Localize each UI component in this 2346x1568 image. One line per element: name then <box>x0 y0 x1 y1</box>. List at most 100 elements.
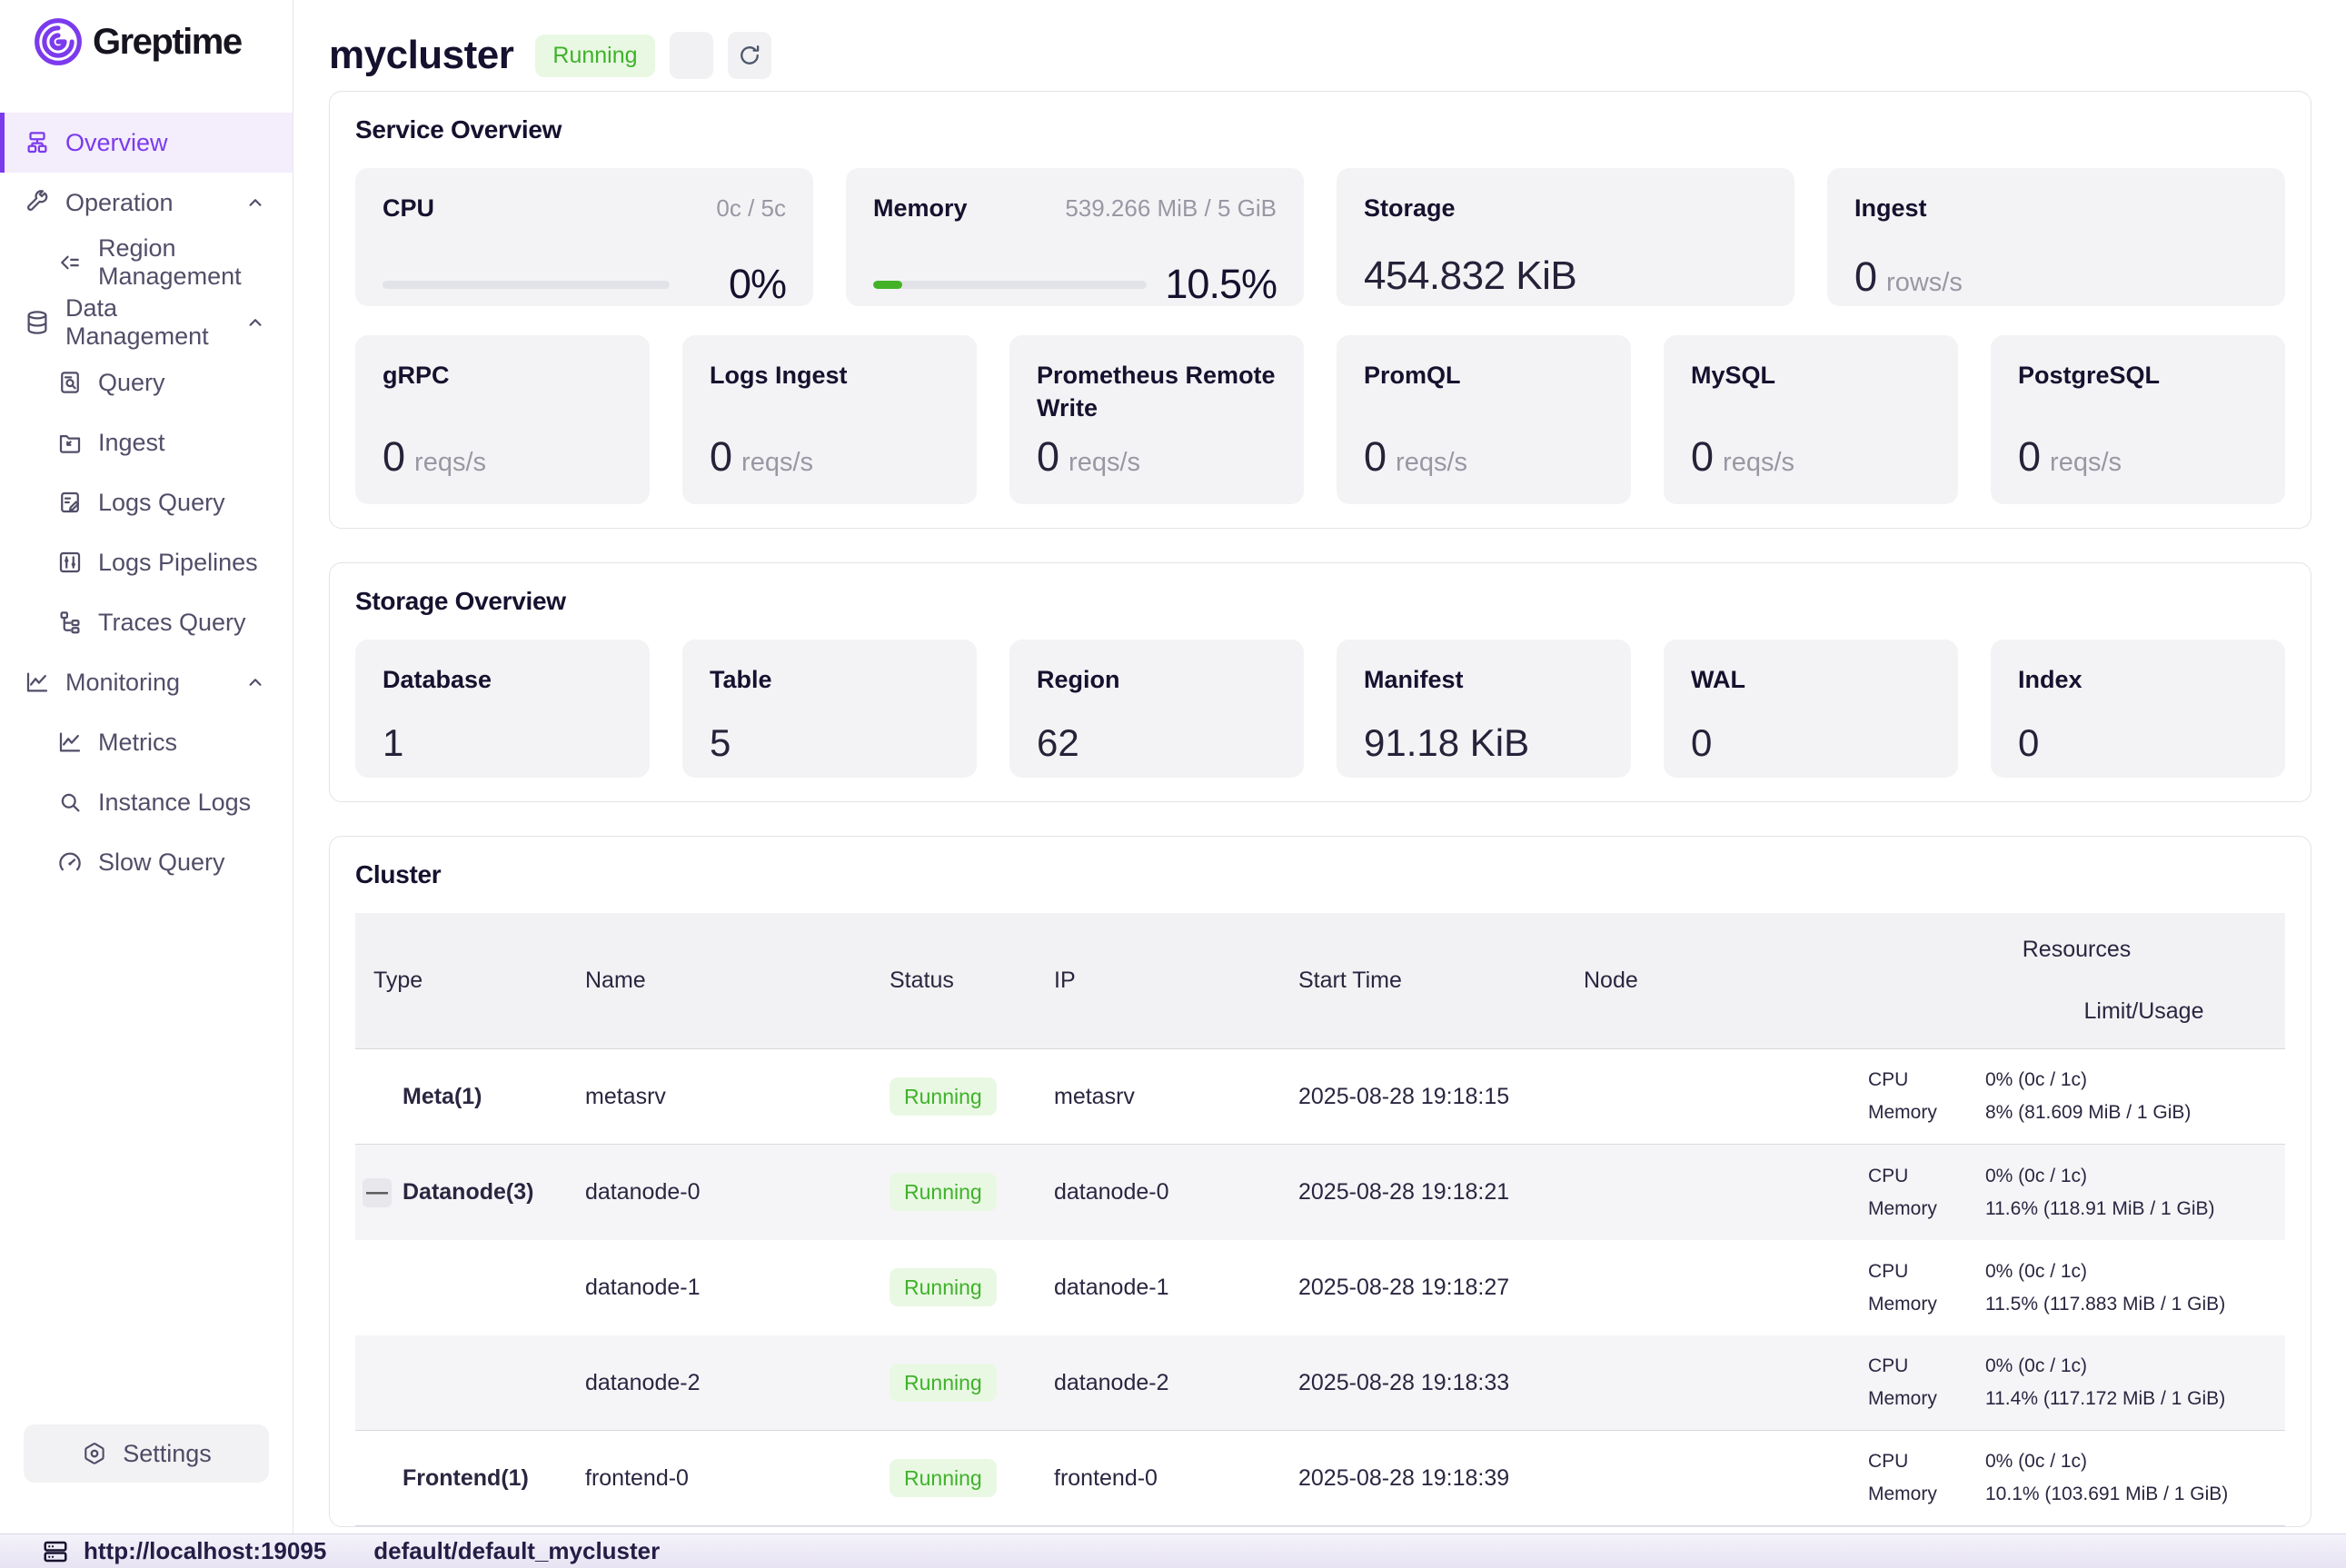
column-type: Type <box>355 913 585 1048</box>
cpu-resource-label: CPU <box>1868 1261 1985 1283</box>
sidebar-item-label: Traces Query <box>98 609 246 637</box>
storage-card: Storage 454.832 KiB <box>1337 168 1794 306</box>
storage-overview-panel: Storage Overview Database 1 Table 5 Regi… <box>329 562 2311 802</box>
chevron-up-icon[interactable] <box>244 191 267 214</box>
logs-ingest-value: 0 <box>710 433 732 481</box>
sidebar-item-instance-logs[interactable]: Instance Logs <box>0 772 293 832</box>
cluster-status-badge: Running <box>535 35 654 77</box>
current-database[interactable]: default/default_mycluster <box>373 1537 660 1565</box>
search-icon <box>56 789 84 816</box>
cpu-resource-value: 0% (0c / 1c) <box>1985 1451 2087 1473</box>
server-url[interactable]: http://localhost:19095 <box>84 1537 326 1565</box>
row-name: datanode-1 <box>585 1275 890 1301</box>
cpu-percent: 0% <box>688 261 786 308</box>
sidebar-item-label: Query <box>98 369 165 397</box>
manifest-value: 91.18 KiB <box>1364 721 1604 765</box>
database-icon <box>24 309 51 336</box>
column-limit-usage-label: Limit/Usage <box>1950 998 2204 1025</box>
refresh-icon <box>737 43 762 68</box>
sidebar-item-overview[interactable]: Overview <box>0 113 293 173</box>
prometheus-remote-write-value: 0 <box>1037 433 1059 481</box>
sidebar-item-traces-query[interactable]: Traces Query <box>0 592 293 652</box>
status-badge: Running <box>890 1173 997 1211</box>
query-icon <box>56 369 84 396</box>
gauge-icon <box>56 849 84 876</box>
postgresql-value: 0 <box>2018 433 2041 481</box>
column-resources-label: Resources <box>2023 937 2132 963</box>
row-resources: CPU0% (0c / 1c) Memory11.5% (117.883 MiB… <box>1868 1261 2285 1315</box>
prometheus-remote-write-label: Prometheus Remote Write <box>1037 359 1277 425</box>
traces-icon <box>56 609 84 636</box>
table-row-datanode-0: — Datanode(3) datanode-0 Running datanod… <box>355 1145 2285 1240</box>
cpu-limit: 0c / 5c <box>716 194 786 223</box>
row-start-time: 2025-08-28 19:18:27 <box>1298 1275 1584 1301</box>
service-overview-row-1: CPU 0c / 5c 0% Memory 539.266 MiB / 5 Gi… <box>355 168 2285 306</box>
collapse-toggle-icon[interactable]: — <box>363 1178 392 1207</box>
refresh-button[interactable] <box>728 32 771 79</box>
grpc-value: 0 <box>383 433 405 481</box>
memory-percent: 10.5% <box>1165 261 1277 308</box>
wal-card: WAL 0 <box>1664 640 1958 778</box>
server-icon <box>42 1538 69 1565</box>
memory-resource-value: 11.4% (117.172 MiB / 1 GiB) <box>1985 1388 2225 1410</box>
greptime-logo-icon <box>33 16 84 67</box>
row-ip: datanode-1 <box>1054 1275 1298 1301</box>
service-overview-title: Service Overview <box>355 115 2285 144</box>
sidebar-item-metrics[interactable]: Metrics <box>0 712 293 772</box>
sidebar-item-logs-pipelines[interactable]: Logs Pipelines <box>0 532 293 592</box>
cpu-resource-value: 0% (0c / 1c) <box>1985 1355 2087 1377</box>
postgresql-unit: reqs/s <box>2050 448 2122 478</box>
row-name: datanode-2 <box>585 1370 890 1396</box>
sidebar-item-slow-query[interactable]: Slow Query <box>0 832 293 892</box>
sidebar-item-query[interactable]: Query <box>0 352 293 412</box>
memory-card: Memory 539.266 MiB / 5 GiB 10.5% <box>846 168 1304 306</box>
table-label: Table <box>710 666 772 693</box>
settings-button[interactable]: Settings <box>24 1424 269 1483</box>
prometheus-remote-write-unit: reqs/s <box>1069 448 1140 478</box>
sidebar: Greptime Overview <box>0 0 293 1533</box>
metrics-icon <box>56 729 84 756</box>
cpu-resource-value: 0% (0c / 1c) <box>1985 1166 2087 1187</box>
region-icon <box>56 249 84 276</box>
logo-text: Greptime <box>93 22 242 63</box>
memory-resource-label: Memory <box>1868 1388 1985 1410</box>
logs-pipelines-icon <box>56 549 84 576</box>
sidebar-item-region-management[interactable]: Region Management <box>0 233 293 293</box>
memory-resource-value: 10.1% (103.691 MiB / 1 GiB) <box>1985 1484 2228 1505</box>
logs-ingest-card: Logs Ingest 0 reqs/s <box>682 335 977 504</box>
row-start-time: 2025-08-28 19:18:39 <box>1298 1465 1584 1492</box>
sidebar-item-data-management[interactable]: Data Management <box>0 293 293 352</box>
chevron-up-icon[interactable] <box>244 670 267 694</box>
column-resources: Resources Limit/Usage <box>1868 913 2285 1048</box>
logs-query-icon <box>56 489 84 516</box>
region-label: Region <box>1037 666 1120 693</box>
manifest-label: Manifest <box>1364 666 1464 693</box>
chevron-up-icon[interactable] <box>244 311 267 334</box>
column-name: Name <box>585 913 890 1048</box>
ingest-unit: rows/s <box>1886 268 1963 298</box>
sidebar-item-logs-query[interactable]: Logs Query <box>0 472 293 532</box>
ingest-label: Ingest <box>1854 192 1927 224</box>
cpu-label: CPU <box>383 192 434 224</box>
sidebar-item-operation[interactable]: Operation <box>0 173 293 233</box>
wal-label: WAL <box>1691 666 1745 693</box>
mysql-unit: reqs/s <box>1723 448 1794 478</box>
storage-value: 454.832 KiB <box>1364 253 1767 299</box>
sidebar-item-monitoring[interactable]: Monitoring <box>0 652 293 712</box>
row-name: datanode-0 <box>585 1179 890 1206</box>
table-row-meta: Meta(1) metasrv Running metasrv 2025-08-… <box>355 1049 2285 1145</box>
table-card: Table 5 <box>682 640 977 778</box>
grpc-card: gRPC 0 reqs/s <box>355 335 650 504</box>
sidebar-item-ingest[interactable]: Ingest <box>0 412 293 472</box>
cpu-card: CPU 0c / 5c 0% <box>355 168 813 306</box>
monitoring-icon <box>24 669 51 696</box>
postgresql-card: PostgreSQL 0 reqs/s <box>1991 335 2285 504</box>
sidebar-item-label: Operation <box>65 189 174 217</box>
extra-action-button[interactable] <box>670 32 713 79</box>
row-resources: CPU0% (0c / 1c) Memory10.1% (103.691 MiB… <box>1868 1451 2285 1505</box>
memory-resource-label: Memory <box>1868 1102 1985 1124</box>
row-name: frontend-0 <box>585 1465 890 1492</box>
prometheus-remote-write-card: Prometheus Remote Write 0 reqs/s <box>1009 335 1304 504</box>
region-value: 62 <box>1037 721 1277 765</box>
row-ip: datanode-0 <box>1054 1179 1298 1206</box>
